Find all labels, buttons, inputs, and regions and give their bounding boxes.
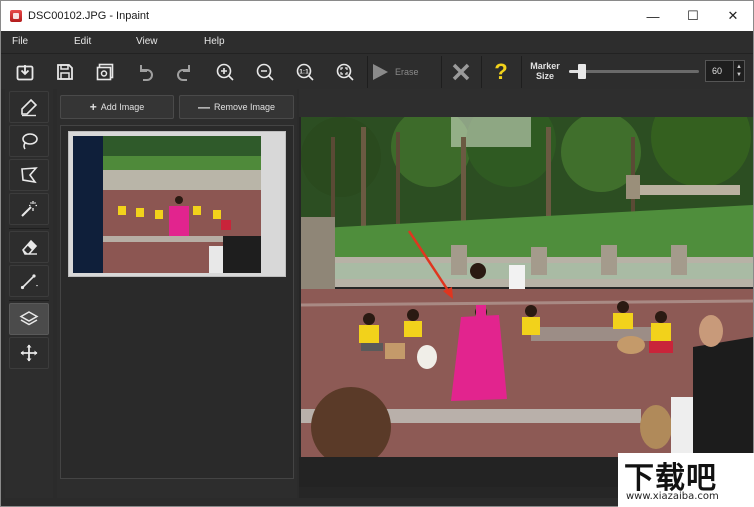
- save-as-button[interactable]: [91, 58, 119, 86]
- eraser-icon: [22, 239, 38, 255]
- redo-icon: [177, 65, 190, 81]
- inpaint-app-icon: [10, 10, 22, 22]
- menu-view[interactable]: View: [136, 36, 158, 47]
- magic-wand-icon: [21, 201, 37, 217]
- save-icon: [57, 64, 73, 80]
- zoom-in-button[interactable]: [211, 58, 239, 86]
- save-button[interactable]: [51, 58, 79, 86]
- layers-icon: [19, 311, 39, 326]
- plus-icon: +: [89, 100, 97, 114]
- main-toolbar: 1:1 Erase ? Marker Size 60 ▲ ▼: [1, 53, 753, 89]
- play-erase-icon: [373, 64, 388, 80]
- polygonal-lasso-tool[interactable]: [9, 159, 49, 191]
- spin-down-icon[interactable]: ▼: [736, 71, 742, 79]
- toolbar-separator: [481, 56, 482, 88]
- eraser-tool[interactable]: [9, 231, 49, 263]
- erase-button[interactable]: Erase: [369, 56, 439, 88]
- zoom-out-icon: [256, 63, 274, 81]
- menu-help[interactable]: Help: [204, 36, 225, 47]
- magic-wand-tool[interactable]: [9, 193, 49, 225]
- clear-x-icon: [452, 63, 470, 81]
- toolbar-separator: [367, 56, 368, 88]
- zoom-in-icon: [216, 63, 234, 81]
- minimize-button[interactable]: —: [633, 1, 673, 31]
- zoom-fit-icon: [336, 63, 354, 81]
- add-image-label: Add Image: [100, 102, 145, 112]
- lasso-icon: [22, 133, 38, 150]
- menu-file[interactable]: File: [12, 36, 28, 47]
- polygon-lasso-icon: [21, 167, 38, 184]
- spin-up-icon[interactable]: ▲: [736, 63, 742, 71]
- image-list[interactable]: [60, 125, 294, 479]
- image-thumbnail-item[interactable]: [68, 131, 286, 277]
- thumbnail-photo: [73, 136, 261, 273]
- remove-image-button[interactable]: — Remove Image: [179, 95, 294, 119]
- line-tool[interactable]: [9, 265, 49, 297]
- clear-selection-button[interactable]: [447, 58, 475, 86]
- move-arrows-icon: [20, 344, 38, 362]
- add-image-button[interactable]: + Add Image: [60, 95, 174, 119]
- canvas-top-strip: [299, 89, 753, 117]
- window-controls: — ☐ ✕: [633, 1, 753, 31]
- marker-tool[interactable]: [9, 91, 49, 123]
- multi-view-tool[interactable]: [9, 303, 49, 335]
- line-icon: [20, 274, 38, 290]
- toolbar-separator: [521, 56, 522, 88]
- zoom-actual-size-icon: 1:1: [296, 63, 314, 81]
- open-image-button[interactable]: [11, 58, 39, 86]
- undo-button[interactable]: [131, 58, 159, 86]
- zoom-out-button[interactable]: [251, 58, 279, 86]
- menu-edit[interactable]: Edit: [74, 36, 91, 47]
- park-photo: [301, 117, 753, 457]
- lasso-tool[interactable]: [9, 125, 49, 157]
- save-as-icon: [96, 63, 114, 81]
- actual-size-button[interactable]: 1:1: [291, 58, 319, 86]
- editing-photo[interactable]: [301, 117, 753, 457]
- svg-text:1:1: 1:1: [299, 69, 309, 76]
- pan-tool[interactable]: [9, 337, 49, 369]
- image-thumbnail: [73, 136, 261, 273]
- palette-divider: [9, 228, 49, 229]
- marker-size-slider[interactable]: [569, 64, 699, 79]
- marker-size-slider-thumb[interactable]: [578, 64, 586, 79]
- minus-icon: —: [197, 100, 210, 114]
- open-icon: [16, 65, 34, 81]
- marker-size-input[interactable]: 60 ▲ ▼: [705, 60, 745, 82]
- window-title: DSC00102.JPG - Inpaint: [28, 10, 150, 22]
- fit-to-window-button[interactable]: [331, 58, 359, 86]
- image-list-panel: + Add Image — Remove Image: [57, 89, 297, 498]
- marker-pen-icon: [21, 98, 38, 117]
- close-button[interactable]: ✕: [713, 1, 753, 31]
- help-question-icon: ?: [494, 59, 508, 84]
- toolbar-separator: [441, 56, 442, 88]
- maximize-button[interactable]: ☐: [673, 1, 713, 31]
- redo-button[interactable]: [171, 58, 199, 86]
- menu-bar: File Edit View Help: [1, 31, 753, 53]
- tool-palette: [5, 89, 53, 498]
- remove-image-label: Remove Image: [213, 102, 276, 112]
- title-bar: DSC00102.JPG - Inpaint — ☐ ✕: [1, 1, 753, 31]
- image-canvas[interactable]: [299, 89, 753, 498]
- help-button[interactable]: ?: [487, 58, 515, 86]
- erase-label: Erase: [395, 67, 419, 77]
- marker-size-value: 60: [712, 66, 723, 76]
- app-window: DSC00102.JPG - Inpaint — ☐ ✕ File Edit V…: [0, 0, 754, 507]
- watermark-url: www.xiazaiba.com: [626, 491, 719, 502]
- undo-icon: [140, 65, 153, 81]
- site-watermark: 下载吧 www.xiazaiba.com: [618, 453, 754, 507]
- marker-size-spinner[interactable]: ▲ ▼: [733, 61, 744, 81]
- palette-divider: [9, 300, 49, 301]
- marker-size-label: Marker Size: [530, 61, 560, 81]
